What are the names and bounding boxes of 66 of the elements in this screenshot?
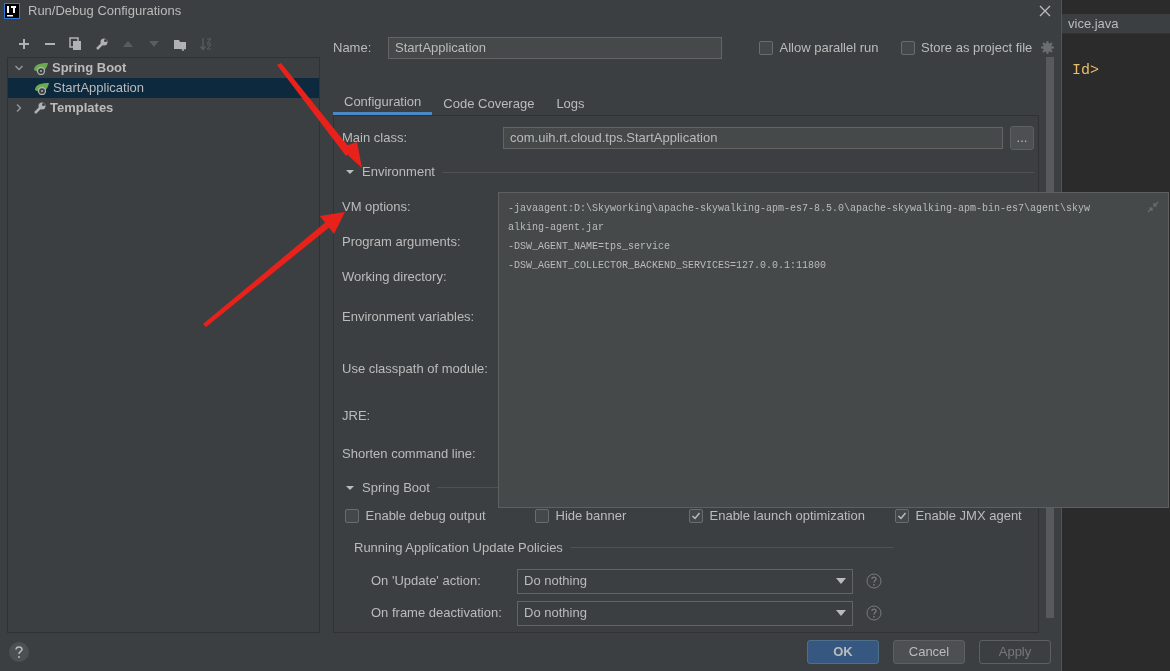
checkbox-label: Hide banner <box>555 506 627 525</box>
tab[interactable]: Configuration <box>333 92 433 115</box>
checkbox-label: Allow parallel run <box>779 39 879 58</box>
checkbox[interactable] <box>689 508 703 523</box>
checkbox[interactable] <box>900 41 915 55</box>
dialog-button[interactable]: Cancel <box>893 640 965 664</box>
leaf-gear-icon <box>33 61 49 75</box>
code-line: -DSW_AGENT_COLLECTOR_BACKEND_SERVICES=127.0.0.1:11800 <box>508 259 827 273</box>
dropdown-arrow-icon <box>836 578 846 584</box>
copy-icon <box>69 37 83 51</box>
checkbox-label: Enable debug output <box>365 506 486 525</box>
chevron-down-icon[interactable] <box>14 63 24 73</box>
checkbox[interactable] <box>895 508 909 523</box>
ok-button[interactable]: OK <box>807 640 879 664</box>
code-text: Id> <box>1072 61 1100 81</box>
tab[interactable]: Code Coverage <box>432 92 546 115</box>
code-line: -DSW_AGENT_NAME=tps_service <box>508 240 671 254</box>
field-label: JRE: <box>342 406 371 425</box>
field-label: Program arguments: <box>342 232 461 251</box>
field-label: On frame deactivation: <box>371 604 503 623</box>
wrench-icon <box>95 37 109 51</box>
chevron-right-icon[interactable] <box>14 103 24 113</box>
collapse-icon[interactable] <box>1147 201 1159 213</box>
field-label: VM options: <box>342 197 411 216</box>
checkbox[interactable] <box>345 508 359 523</box>
app-icon <box>4 3 20 19</box>
dropdown-arrow-icon <box>836 610 846 616</box>
dropdown[interactable]: Do nothing <box>517 568 853 594</box>
checkbox-label: Enable launch optimization <box>709 506 865 525</box>
code-line: alking-agent.jar <box>508 221 604 235</box>
name-label: Name: <box>333 39 373 58</box>
triangle-down-icon[interactable] <box>345 167 355 177</box>
window-title: Run/Debug Configurations <box>28 2 182 21</box>
help-icon[interactable] <box>866 605 882 621</box>
field-label: Main class: <box>342 128 409 147</box>
checkbox-label: Store as project file <box>921 39 1033 58</box>
tree-item[interactable]: Spring Boot <box>8 58 319 78</box>
add-icon <box>17 37 31 51</box>
tab[interactable]: Logs <box>545 92 596 115</box>
section-title: Spring Boot <box>362 478 430 497</box>
tree-item[interactable]: Templates <box>8 98 319 118</box>
help-icon[interactable] <box>866 573 882 589</box>
code-line: -javaagent:D:\Skyworking\apache-skywalking-apm-es7-8.5.0\apache-skywalking-apm-bin-es7\agent\skyw <box>508 202 1091 216</box>
field-label: Use classpath of module: <box>342 360 488 379</box>
sort-icon <box>199 37 213 51</box>
gear-icon[interactable] <box>1041 41 1054 54</box>
folder-icon <box>173 37 187 51</box>
name-field[interactable]: StartApplication <box>388 37 722 59</box>
field-label: Environment variables: <box>342 308 475 327</box>
close-icon[interactable] <box>1039 5 1051 17</box>
leaf-gear-icon <box>34 81 50 95</box>
field-label: Working directory: <box>342 267 447 286</box>
dropdown[interactable]: Do nothing <box>517 600 853 626</box>
text-field[interactable]: com.uih.rt.cloud.tps.StartApplication <box>503 126 1003 149</box>
checkbox-label: Enable JMX agent <box>915 506 1022 525</box>
vm-options-popup[interactable]: -javaagent:D:\Skyworking\apache-skywalking-apm-es7-8.5.0\apache-skywalking-apm-bin-es7\agent\skyw alking-agent.jar -DSW_AGENT_NAME=tps_service -DSW_AGENT_COLLECTOR_BACKEND_SERVICES=127.0.0.1:11800 <box>498 192 1169 508</box>
group-title: Running Application Update Policies <box>354 538 563 557</box>
field-label: Shorten command line: <box>342 445 476 464</box>
checkbox[interactable] <box>535 508 549 523</box>
wrench-icon <box>33 101 47 115</box>
browse-button[interactable]: ... <box>1010 125 1034 150</box>
tree-item[interactable]: StartApplication <box>8 78 319 98</box>
checkbox[interactable] <box>759 41 773 55</box>
help-button[interactable] <box>8 641 30 663</box>
section-title: Environment <box>362 163 435 182</box>
field-label: On 'Update' action: <box>371 572 482 591</box>
